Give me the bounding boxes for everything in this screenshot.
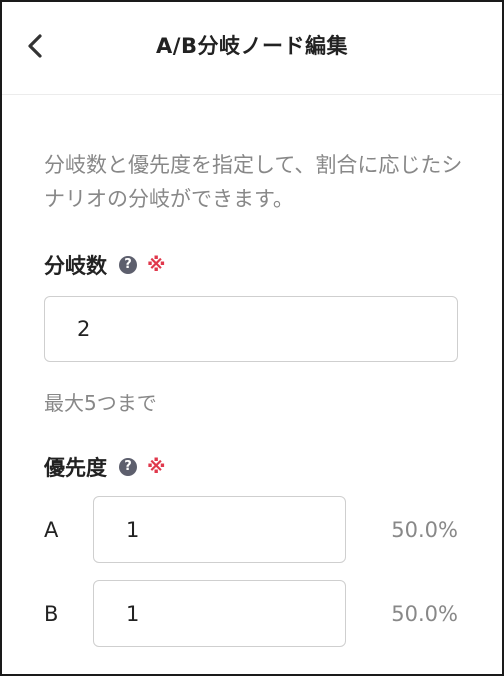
question-circle-icon[interactable]: ? (119, 458, 137, 476)
priority-row-label-a: A (44, 518, 59, 542)
question-circle-icon[interactable]: ? (119, 256, 137, 274)
branch-count-value: 2 (77, 317, 91, 341)
priority-row-label-b: B (44, 602, 59, 626)
branch-count-input[interactable]: 2 (44, 296, 458, 362)
priority-value-b: 1 (126, 601, 140, 626)
header: A/B分岐ノード編集 (2, 2, 502, 95)
branch-count-label: 分岐数 (44, 254, 107, 278)
page-title: A/B分岐ノード編集 (156, 34, 348, 58)
priority-label: 優先度 (44, 456, 107, 480)
branch-count-label-row: 分岐数 ? ※ (44, 250, 165, 280)
priority-input-a[interactable]: 1 (93, 496, 346, 563)
required-mark: ※ (147, 254, 166, 276)
priority-label-row: 優先度 ? ※ (44, 452, 165, 482)
edit-panel: A/B分岐ノード編集 分岐数と優先度を指定して、割合に応じたシナリオの分岐ができ… (0, 0, 504, 676)
required-mark: ※ (147, 456, 166, 478)
priority-percent-b: 50.0% (391, 602, 458, 626)
priority-percent-a: 50.0% (391, 518, 458, 542)
description-text: 分岐数と優先度を指定して、割合に応じたシナリオの分岐ができます。 (44, 153, 463, 211)
priority-value-a: 1 (126, 517, 140, 542)
priority-input-b[interactable]: 1 (93, 580, 346, 647)
branch-count-hint: 最大5つまで (44, 391, 157, 415)
